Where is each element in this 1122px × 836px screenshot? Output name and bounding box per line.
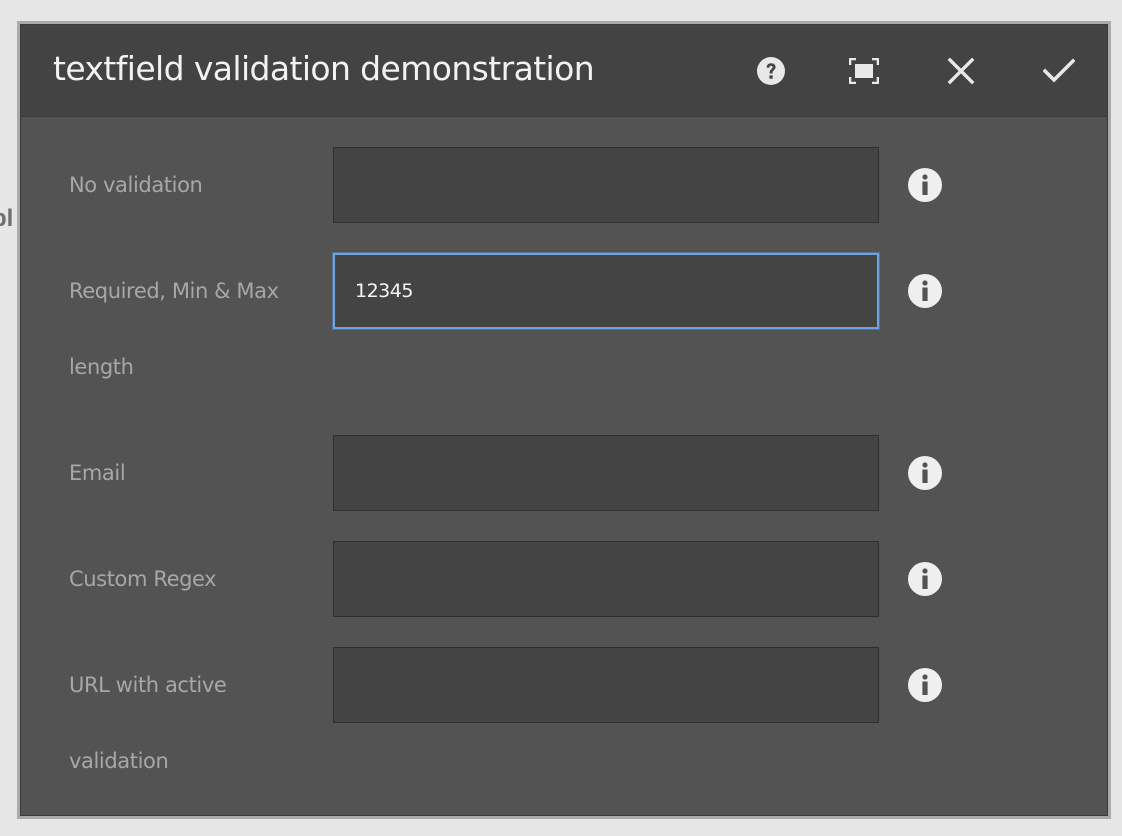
- required-min-max-input[interactable]: [333, 253, 879, 329]
- info-icon[interactable]: [906, 166, 944, 204]
- required-min-max-label-line2: length: [69, 355, 134, 379]
- dialog-title: textfield validation demonstration: [53, 49, 595, 88]
- dialog-header: textfield validation demonstration: [21, 25, 1107, 117]
- custom-regex-label: Custom Regex: [69, 567, 217, 591]
- custom-regex-input[interactable]: [333, 541, 879, 617]
- email-input[interactable]: [333, 435, 879, 511]
- url-active-validation-label-line1: URL with active: [69, 673, 227, 697]
- close-icon: [947, 57, 975, 85]
- validation-dialog: textfield validation demonstration No va…: [20, 24, 1108, 816]
- close-button[interactable]: [941, 51, 981, 91]
- help-button[interactable]: [751, 51, 791, 91]
- fullscreen-icon: [849, 58, 879, 84]
- info-icon[interactable]: [906, 454, 944, 492]
- info-icon[interactable]: [906, 560, 944, 598]
- confirm-button[interactable]: [1039, 51, 1079, 91]
- no-validation-label: No validation: [69, 173, 203, 197]
- question-circle-icon: [757, 57, 785, 85]
- checkmark-icon: [1043, 58, 1075, 83]
- info-icon[interactable]: [906, 666, 944, 704]
- required-min-max-label-line1: Required, Min & Max: [69, 279, 279, 303]
- email-label: Email: [69, 461, 126, 485]
- url-active-validation-label-line2: validation: [69, 749, 169, 773]
- url-active-validation-input[interactable]: [333, 647, 879, 723]
- background-heading-fragment: pl: [0, 205, 14, 232]
- info-icon[interactable]: [906, 272, 944, 310]
- fullscreen-button[interactable]: [844, 51, 884, 91]
- no-validation-input[interactable]: [333, 147, 879, 223]
